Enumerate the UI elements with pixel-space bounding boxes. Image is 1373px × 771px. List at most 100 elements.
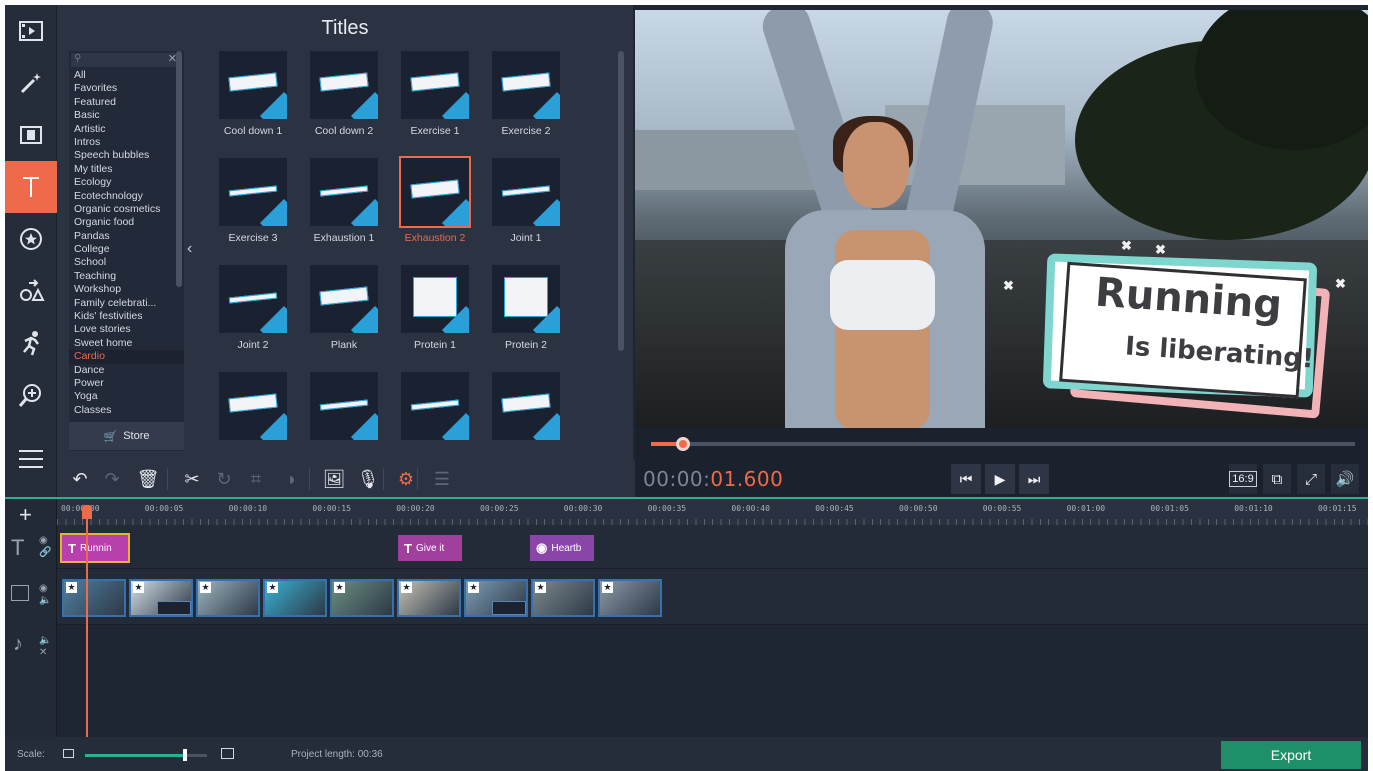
visibility-icon[interactable]: ◉ <box>39 583 48 594</box>
time-ruler[interactable]: 00:00:00 00:00:05 00:00:10 00:00:15 00:00:20… <box>57 499 1368 525</box>
crop-button[interactable]: ⌗ <box>241 464 271 494</box>
video-clip[interactable]: ★ <box>330 579 394 617</box>
redo-button[interactable]: ↷ <box>97 464 127 494</box>
video-clip[interactable]: ★ <box>263 579 327 617</box>
shapes-tool-button[interactable] <box>5 265 57 317</box>
link-icon[interactable]: 🔗 <box>39 547 51 558</box>
title-preset-tile[interactable]: Plank <box>298 265 390 351</box>
transition-icon[interactable] <box>492 601 526 615</box>
category-search-input[interactable]: ⚲ ✕ <box>71 53 181 67</box>
aspect-ratio-button[interactable]: 16:9 <box>1229 464 1257 494</box>
export-button[interactable]: Export <box>1221 741 1361 769</box>
category-item[interactable]: Workshop <box>69 283 184 296</box>
color-adjust-button[interactable]: ◑ <box>275 464 305 494</box>
video-clip[interactable]: ★ <box>62 579 126 617</box>
rotate-button[interactable]: ↻ <box>209 464 239 494</box>
category-scrollbar[interactable] <box>176 51 182 287</box>
category-item[interactable]: Love stories <box>69 323 184 336</box>
title-preset-tile[interactable] <box>298 372 390 446</box>
category-item[interactable]: School <box>69 256 184 269</box>
skip-back-button[interactable]: ⏮ <box>951 464 981 494</box>
zoom-out-icon[interactable] <box>63 749 74 758</box>
title-preset-tile[interactable]: Cool down 1 <box>207 51 299 137</box>
sport-tool-button[interactable] <box>5 317 57 369</box>
title-preset-tile[interactable]: Cool down 2 <box>298 51 390 137</box>
video-clip[interactable]: ★ <box>397 579 461 617</box>
playhead[interactable] <box>86 511 88 741</box>
progress-track[interactable] <box>651 437 1355 451</box>
category-item[interactable]: Family celebrati... <box>69 297 184 310</box>
category-item[interactable]: Basic <box>69 109 184 122</box>
title-clip[interactable]: T Give it <box>398 535 462 561</box>
unlink-icon[interactable]: ✕ <box>39 647 47 658</box>
volume-button[interactable]: 🔊 <box>1331 464 1359 494</box>
preview-progress-bar[interactable] <box>635 428 1368 460</box>
mute-icon[interactable]: 🔈 <box>39 635 51 646</box>
collapse-list-icon[interactable]: ‹ <box>187 240 192 258</box>
title-preset-tile[interactable]: Joint 1 <box>480 158 572 244</box>
category-item[interactable]: Speech bubbles <box>69 149 184 162</box>
import-tool-button[interactable] <box>5 5 57 57</box>
category-item[interactable]: Artistic <box>69 123 184 136</box>
category-item[interactable]: Sweet home <box>69 337 184 350</box>
add-track-icon[interactable]: + <box>19 502 32 528</box>
title-preset-tile[interactable]: Protein 2 <box>480 265 572 351</box>
skip-forward-button[interactable]: ⏭ <box>1019 464 1049 494</box>
video-clip[interactable]: ★ <box>129 579 193 617</box>
category-item[interactable]: Pandas <box>69 230 184 243</box>
category-item[interactable]: Dance <box>69 364 184 377</box>
category-item[interactable]: Cardio <box>69 350 184 364</box>
category-item[interactable]: Favorites <box>69 82 184 95</box>
title-preset-tile[interactable] <box>389 372 481 446</box>
zoom-in-icon[interactable] <box>221 748 234 759</box>
audio-track[interactable] <box>57 625 1368 739</box>
title-preset-tile[interactable]: Protein 1 <box>389 265 481 351</box>
video-clip[interactable]: ★ <box>196 579 260 617</box>
stickers-tool-button[interactable] <box>5 213 57 265</box>
title-preset-tile[interactable] <box>480 372 572 446</box>
title-preset-tile[interactable] <box>207 372 299 446</box>
cut-button[interactable]: ✂ <box>177 464 207 494</box>
more-tools-button[interactable] <box>5 433 57 485</box>
progress-knob[interactable] <box>676 437 691 451</box>
undo-button[interactable]: ↶ <box>65 464 95 494</box>
title-overlay[interactable]: Running Is liberating! <box>1025 248 1335 428</box>
store-button[interactable]: 🛒 Store <box>69 422 184 450</box>
category-item[interactable]: My titles <box>69 163 184 176</box>
category-item[interactable]: All <box>69 69 184 82</box>
grid-scrollbar[interactable] <box>618 51 624 351</box>
category-item[interactable]: Organic food <box>69 216 184 229</box>
titles-tool-button[interactable] <box>5 161 57 213</box>
category-item[interactable]: Ecology <box>69 176 184 189</box>
video-clip[interactable]: ★ <box>531 579 595 617</box>
scale-slider[interactable] <box>85 749 207 761</box>
detach-preview-button[interactable]: ⧉ <box>1263 464 1291 494</box>
equalizer-button[interactable]: ☰ <box>427 464 457 494</box>
title-preset-tile[interactable]: Exercise 2 <box>480 51 572 137</box>
title-preset-tile[interactable]: Exhaustion 1 <box>298 158 390 244</box>
filters-tool-button[interactable] <box>5 109 57 161</box>
title-clip[interactable]: ◉ Heartb <box>530 535 594 561</box>
category-item[interactable]: Classes <box>69 404 184 417</box>
category-item[interactable]: Kids' festivities <box>69 310 184 323</box>
text-track[interactable] <box>57 525 1368 569</box>
category-item[interactable]: Power <box>69 377 184 390</box>
category-item[interactable]: College <box>69 243 184 256</box>
category-item[interactable]: Ecotechnology <box>69 190 184 203</box>
transition-icon[interactable] <box>157 601 191 615</box>
magic-tool-button[interactable] <box>5 57 57 109</box>
category-item[interactable]: Teaching <box>69 270 184 283</box>
visibility-icon[interactable]: ◉ <box>39 535 48 546</box>
delete-button[interactable]: 🗑 <box>133 464 163 494</box>
title-preset-tile[interactable]: Exercise 1 <box>389 51 481 137</box>
title-preset-tile[interactable]: Joint 2 <box>207 265 299 351</box>
microphone-button[interactable]: 🎙 <box>353 464 383 494</box>
play-button[interactable]: ▶ <box>985 464 1015 494</box>
title-preset-tile[interactable]: Exercise 3 <box>207 158 299 244</box>
zoom-tool-button[interactable] <box>5 369 57 421</box>
fullscreen-button[interactable]: ⤢ <box>1297 464 1325 494</box>
video-clip[interactable]: ★ <box>598 579 662 617</box>
video-preview[interactable]: ✖ ✖ ✖ ✖ Running Is liberating! <box>635 10 1368 428</box>
category-item[interactable]: Yoga <box>69 390 184 403</box>
video-clip[interactable]: ★ <box>464 579 528 617</box>
